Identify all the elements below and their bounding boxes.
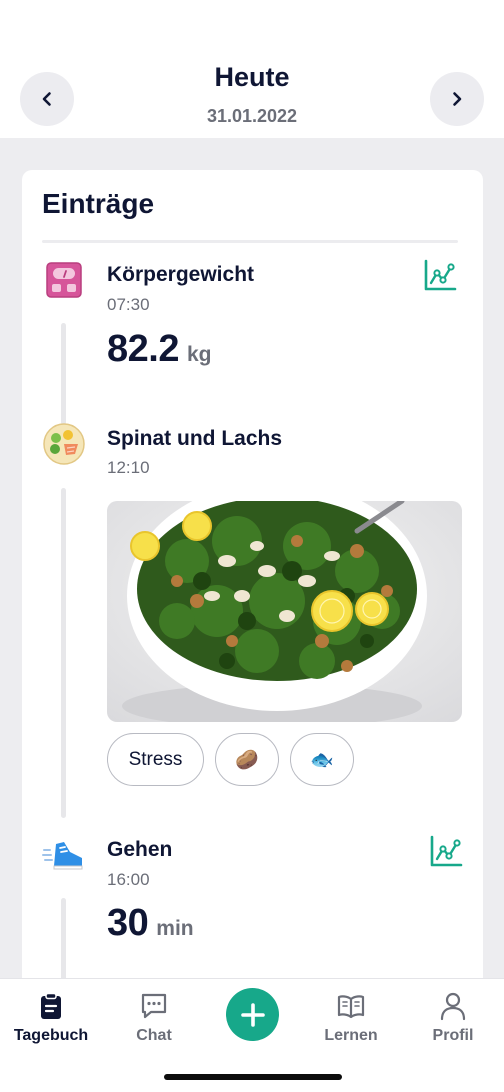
entry-time: 12:10 bbox=[107, 458, 150, 477]
kale-salad-photo bbox=[107, 501, 462, 722]
tab-tagebuch[interactable]: Tagebuch bbox=[1, 991, 101, 1045]
sneaker-icon bbox=[42, 842, 83, 870]
meal-plate-icon bbox=[43, 423, 85, 465]
next-day-button[interactable] bbox=[430, 72, 484, 126]
tab-chat[interactable]: Chat bbox=[104, 991, 204, 1045]
meal-tags: Stress 🥔 🐟 bbox=[107, 733, 354, 786]
value-number: 82.2 bbox=[107, 328, 179, 370]
current-date: 31.01.2022 bbox=[206, 106, 298, 126]
app-screen: Heute 31.01.2022 Einträge Körpergewicht … bbox=[0, 0, 504, 1092]
clipboard-icon bbox=[41, 992, 61, 1019]
open-book-icon bbox=[337, 995, 365, 1019]
home-indicator[interactable] bbox=[164, 1074, 342, 1080]
entry-time: 16:00 bbox=[107, 870, 150, 889]
chat-bubble-icon bbox=[141, 993, 167, 1019]
card-divider bbox=[42, 240, 458, 243]
chart-icon[interactable] bbox=[429, 834, 463, 868]
value-unit: min bbox=[156, 917, 194, 940]
value-number: 30 bbox=[107, 902, 149, 944]
plus-icon bbox=[240, 1002, 265, 1027]
weight-value: 82.2 kg bbox=[107, 328, 211, 371]
tab-label: Profil bbox=[432, 1027, 474, 1044]
chevron-right-icon bbox=[453, 92, 462, 106]
tab-label: Lernen bbox=[324, 1027, 378, 1044]
entries-card: Einträge Körpergewicht 07:30 82.2 kg Spi… bbox=[22, 170, 483, 1070]
chart-icon[interactable] bbox=[423, 258, 457, 292]
fish-icon[interactable]: 🐟 bbox=[290, 733, 354, 786]
tab-label: Tagebuch bbox=[13, 1027, 89, 1044]
page-title: Heute bbox=[214, 62, 290, 92]
meal-photo[interactable] bbox=[107, 501, 462, 722]
entry-time: 07:30 bbox=[107, 295, 150, 314]
tab-lernen[interactable]: Lernen bbox=[301, 991, 401, 1045]
timeline-connector bbox=[61, 323, 66, 425]
tab-profil[interactable]: Profil bbox=[403, 991, 503, 1045]
add-entry-button[interactable] bbox=[226, 988, 279, 1041]
card-title: Einträge bbox=[42, 188, 155, 219]
person-icon bbox=[440, 992, 466, 1021]
tag-stress[interactable]: Stress bbox=[107, 733, 204, 786]
scale-icon bbox=[46, 262, 82, 298]
value-unit: kg bbox=[186, 343, 212, 366]
potato-icon[interactable]: 🥔 bbox=[215, 733, 279, 786]
timeline-connector bbox=[61, 488, 66, 818]
entry-title: Körpergewicht bbox=[107, 263, 255, 286]
walking-value: 30 min bbox=[107, 902, 194, 945]
tab-label: Chat bbox=[136, 1027, 172, 1044]
day-header: Heute 31.01.2022 bbox=[0, 0, 504, 138]
entry-title: Spinat und Lachs bbox=[107, 427, 283, 450]
entry-title: Gehen bbox=[107, 838, 173, 861]
